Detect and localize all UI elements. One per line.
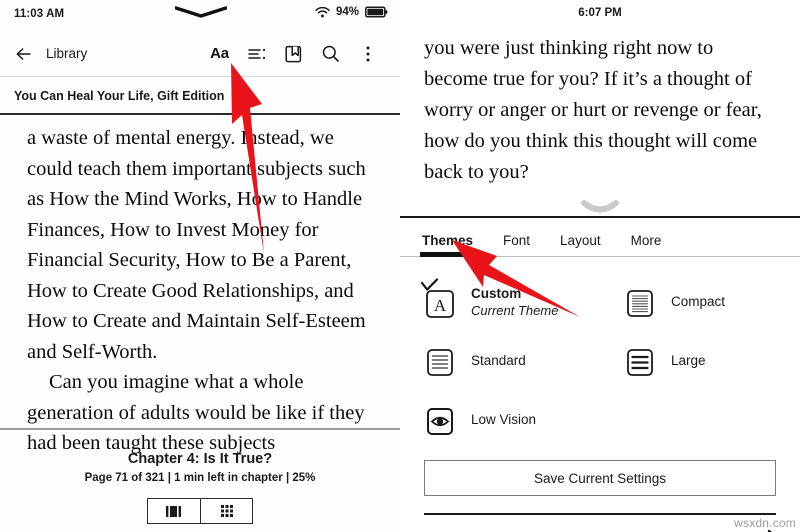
font-tab[interactable]: Font: [503, 233, 530, 256]
theme-row: Low Vision: [400, 391, 800, 450]
kindle-reader-panel: 11:03 AM 94% Library Aa You Can Heal You…: [0, 0, 400, 532]
list-lines-icon: [247, 48, 265, 59]
battery-percent-label: 94%: [335, 6, 359, 18]
toolbar-actions: Aa: [201, 39, 386, 69]
more-button[interactable]: [349, 39, 386, 69]
theme-name: Compact: [671, 294, 726, 310]
theme-row: Standard Large: [400, 332, 800, 391]
theme-low-vision-eye-icon: [427, 407, 453, 435]
settings-tabs: Themes Font Layout More: [400, 218, 800, 257]
reader-paragraph-2: Can you imagine what a whole generation …: [27, 371, 365, 454]
theme-icon-wrap: A: [420, 277, 458, 320]
theme-name: Custom: [471, 286, 522, 302]
theme-name: Low Vision: [471, 412, 537, 428]
reader-body-text: a waste of mental energy. Instead, we co…: [0, 115, 400, 459]
theme-standard-icon: [427, 348, 453, 376]
checkmark-icon: [420, 277, 439, 291]
theme-row: A Custom Current Theme Compact: [400, 273, 800, 332]
kebab-menu-icon: [366, 46, 369, 61]
theme-labels: Custom Current Theme: [471, 286, 558, 319]
aa-font-button[interactable]: Aa: [201, 39, 238, 69]
search-button[interactable]: [312, 39, 349, 69]
theme-large-icon: [627, 348, 653, 376]
right-reader-paragraph: you were just thinking right now to beco…: [424, 37, 762, 183]
bookmark-button[interactable]: [275, 39, 312, 69]
right-status-time: 6:07 PM: [578, 7, 622, 19]
save-current-settings-button[interactable]: Save Current Settings: [424, 460, 776, 496]
svg-text:A: A: [434, 296, 447, 315]
aa-icon: Aa: [210, 45, 229, 62]
notch-chevron-icon: [175, 6, 227, 18]
reading-settings-sheet: Themes Font Layout More A Custom Current…: [400, 200, 800, 532]
theme-option-custom[interactable]: A Custom Current Theme: [400, 273, 600, 332]
status-bar: 11:03 AM 94%: [0, 0, 400, 31]
themes-tab[interactable]: Themes: [419, 233, 476, 257]
theme-option-standard[interactable]: Standard: [400, 332, 600, 391]
theme-name: Standard: [471, 353, 526, 369]
single-page-icon: [166, 505, 181, 517]
search-icon: [322, 45, 339, 62]
theme-labels: Large: [671, 353, 706, 369]
reader-bottom-rule: [0, 428, 400, 430]
layout-tab[interactable]: Layout: [560, 233, 601, 256]
screenshot-root: 11:03 AM 94% Library Aa You Can Heal You…: [0, 0, 800, 532]
book-title: You Can Heal Your Life, Gift Edition: [14, 89, 225, 103]
theme-option-compact[interactable]: Compact: [600, 273, 800, 332]
wifi-icon: [315, 6, 330, 18]
drag-handle-icon[interactable]: [581, 200, 619, 216]
reader-footer: Chapter 4: Is It True? Page 71 of 321 | …: [0, 451, 400, 532]
chapter-title: Chapter 4: Is It True?: [127, 451, 273, 467]
theme-sublabel: Current Theme: [471, 303, 559, 319]
grid-view-button[interactable]: [200, 499, 252, 523]
more-tab[interactable]: More: [631, 233, 662, 256]
reader-paragraph-1: a waste of mental energy. Instead, we co…: [27, 127, 366, 363]
theme-icon-wrap: [624, 345, 658, 379]
right-reader-body-text: you were just thinking right now to beco…: [400, 19, 800, 188]
page-progress-meta: Page 71 of 321 | 1 min left in chapter |…: [84, 472, 316, 484]
grid-view-icon: [220, 505, 233, 517]
watermark: wsxdn.com: [734, 516, 796, 530]
status-indicators: 94%: [315, 6, 388, 18]
theme-icon-wrap: [424, 345, 458, 379]
reader-toolbar: Library Aa: [0, 31, 400, 76]
kindle-settings-panel: 6:07 PM you were just thinking right now…: [400, 0, 800, 532]
theme-icon-wrap: [424, 404, 458, 438]
bookmark-icon: [285, 45, 302, 62]
theme-name: Large: [671, 353, 706, 369]
view-mode-segmented-control: [147, 498, 253, 524]
theme-option-low-vision[interactable]: Low Vision: [400, 391, 600, 450]
theme-option-large[interactable]: Large: [600, 332, 800, 391]
theme-icon-wrap: [624, 286, 658, 320]
manage-themes-row[interactable]: Manage Themes: [424, 515, 780, 532]
single-page-view-button[interactable]: [148, 499, 200, 523]
theme-labels: Compact: [671, 294, 725, 310]
theme-labels: Low Vision: [471, 412, 536, 428]
library-link[interactable]: Library: [46, 46, 87, 61]
status-time: 11:03 AM: [14, 8, 65, 20]
theme-labels: Standard: [471, 353, 526, 369]
back-arrow-icon[interactable]: [14, 44, 34, 64]
battery-icon: [365, 6, 388, 18]
theme-options-grid: A Custom Current Theme Compact Standard …: [400, 257, 800, 450]
theme-compact-icon: [627, 289, 653, 317]
contents-button[interactable]: [238, 39, 275, 69]
theme-empty-cell: [600, 391, 800, 450]
